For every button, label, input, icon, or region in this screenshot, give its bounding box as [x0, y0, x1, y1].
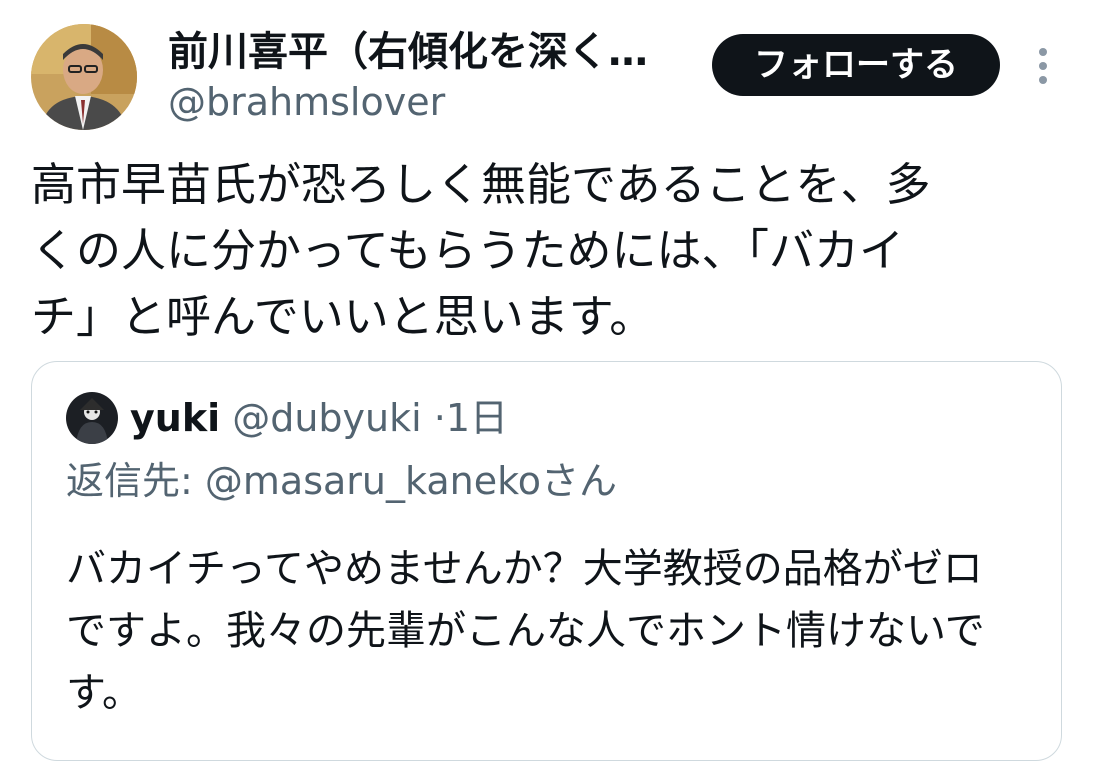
quoted-author-avatar[interactable]	[66, 392, 118, 444]
header-separator: ·	[433, 396, 446, 440]
quoted-tweet-card[interactable]: yuki @dubyuki ·1日 返信先: @masaru_kanekoさん …	[31, 361, 1062, 761]
tweet-text: 高市早苗氏が恐ろしく無能であることを、多 くの人に分かってもらうためには、「バカ…	[31, 158, 931, 343]
quoted-tweet-time[interactable]: 1日	[446, 396, 508, 440]
person-photo-avatar-icon	[31, 24, 137, 130]
reply-prefix: 返信先:	[66, 459, 205, 503]
quoted-author-name[interactable]: yuki	[130, 396, 220, 440]
reply-mention[interactable]: @masaru_kaneko	[205, 459, 541, 503]
more-vertical-icon[interactable]	[1028, 46, 1058, 86]
reply-context: 返信先: @masaru_kanekoさん	[66, 456, 617, 506]
quoted-tweet-text: バカイチってやめませんか？大学教授の品格がゼロ ですよ。我々の先輩がこんな人でホ…	[66, 546, 985, 716]
author-display-name[interactable]: 前川喜平（右傾化を深く…	[168, 26, 688, 78]
dark-figure-avatar-icon	[66, 392, 118, 444]
follow-button[interactable]: フォローする	[712, 34, 1000, 96]
reply-suffix: さん	[540, 459, 617, 503]
author-handle[interactable]: @brahmslover	[168, 78, 445, 126]
author-avatar[interactable]	[31, 24, 137, 130]
quoted-author-handle[interactable]: @dubyuki	[232, 396, 421, 440]
quoted-tweet-header: yuki @dubyuki ·1日	[130, 392, 508, 444]
